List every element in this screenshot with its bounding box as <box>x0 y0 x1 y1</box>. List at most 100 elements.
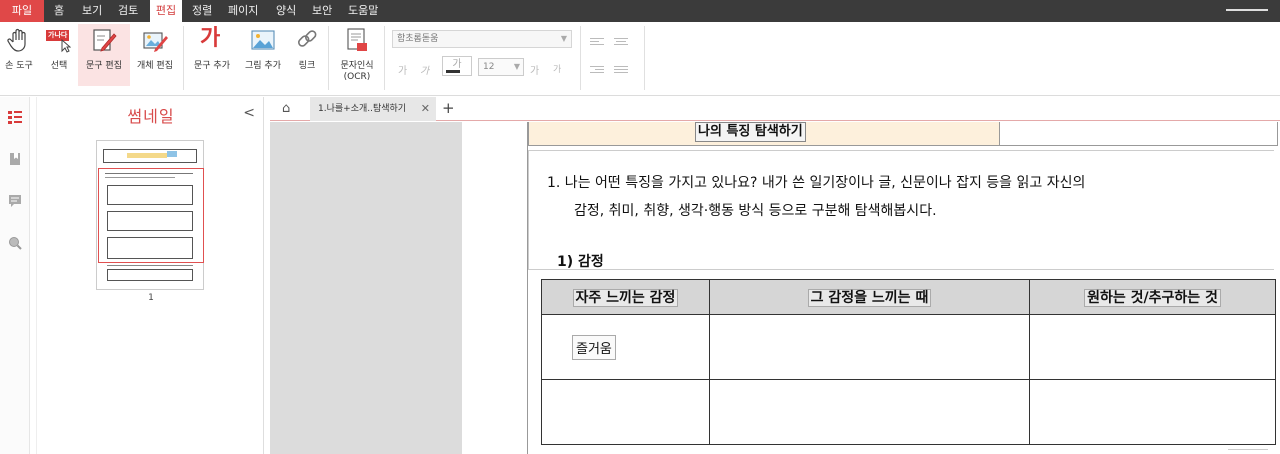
hand-tool-button[interactable]: 손 도구 <box>0 24 38 86</box>
align-justify-icon[interactable] <box>614 66 628 76</box>
menu-page[interactable]: 페이지 <box>228 0 258 22</box>
ribbon-separator <box>183 26 184 90</box>
thumb-image <box>167 151 177 157</box>
menu-view[interactable]: 보기 <box>82 0 102 22</box>
font-color-button[interactable]: 가 <box>442 56 472 76</box>
document-header-cell: 나의 특징 탐색하기 <box>528 122 1000 146</box>
ocr-icon <box>343 26 371 54</box>
edit-object-label: 개체 편집 <box>137 61 173 71</box>
shrink-font-button[interactable]: 가 <box>553 62 561 75</box>
thumb-heading <box>127 153 167 158</box>
document-tab[interactable]: 1.나를+소개..탐색하기 ✕ <box>310 97 436 121</box>
edit-text-icon <box>90 26 118 54</box>
add-text-glyph: 가 <box>200 26 221 51</box>
font-color-glyph: 가 <box>452 59 462 70</box>
ribbon-separator <box>384 26 385 90</box>
table-header-row: 자주 느끼는 감정 그 감정을 느끼는 때 원하는 것/추구하는 것 <box>541 279 1276 315</box>
table-cell[interactable] <box>709 379 1030 445</box>
table-cell[interactable]: 즐거움 <box>541 314 710 380</box>
font-name-value: 함초롬돋움 <box>397 34 439 44</box>
table-row <box>541 379 1276 445</box>
menu-help[interactable]: 도움말 <box>348 0 378 22</box>
grow-font-button[interactable]: 가 <box>530 62 539 77</box>
table-header[interactable]: 그 감정을 느끼는 때 <box>709 279 1030 315</box>
add-image-icon <box>249 26 277 54</box>
table-cell[interactable] <box>709 314 1030 380</box>
table-header[interactable]: 원하는 것/추구하는 것 <box>1029 279 1276 315</box>
font-size-select[interactable]: 12 ▼ <box>478 58 524 76</box>
search-icon[interactable] <box>8 235 22 250</box>
link-icon <box>293 26 321 54</box>
table-row: 즐거움 <box>541 314 1276 380</box>
menu-review[interactable]: 검토 <box>118 0 138 22</box>
thumbnail-viewport[interactable] <box>98 168 204 263</box>
thumbnail-panel-title: 썸네일 <box>127 107 175 126</box>
table-header-label: 자주 느끼는 감정 <box>572 289 679 307</box>
align-right-icon[interactable] <box>590 66 604 76</box>
ribbon-separator <box>328 26 329 90</box>
menu-arrange[interactable]: 정렬 <box>192 0 212 22</box>
add-image-button[interactable]: 그림 추가 <box>238 24 288 86</box>
select-button[interactable]: 가나다 선택 <box>42 24 76 86</box>
bookmark-icon[interactable] <box>8 151 22 165</box>
font-name-select[interactable]: 함초롬돋움 ▼ <box>392 30 572 48</box>
add-image-label: 그림 추가 <box>245 61 281 71</box>
close-tab-icon[interactable]: ✕ <box>421 97 430 121</box>
table-header-label: 원하는 것/추구하는 것 <box>1084 289 1221 307</box>
add-text-icon: 가 <box>198 26 226 54</box>
thumb-line <box>103 149 197 150</box>
menu-home[interactable]: 홈 <box>54 0 64 22</box>
ocr-button[interactable]: 문자인식 (OCR) <box>334 24 380 86</box>
document-view[interactable]: 나의 특징 탐색하기 1. 나는 어떤 특징을 가지고 있나요? 내가 쓴 일기… <box>270 122 1280 454</box>
home-icon[interactable]: ⌂ <box>282 101 290 116</box>
menu-file[interactable]: 파일 <box>0 0 44 22</box>
ribbon-toolbar: 손 도구 가나다 선택 문구 편집 개체 편집 가 문구 추가 그림 추가 링크… <box>0 22 1280 96</box>
menu-security[interactable]: 보안 <box>312 0 332 22</box>
scroll-indicator <box>1228 449 1268 450</box>
table-cell[interactable] <box>541 379 710 445</box>
table-cell[interactable] <box>1029 314 1276 380</box>
edit-text-button[interactable]: 문구 편집 <box>78 24 130 86</box>
thumbnail-list-icon[interactable] <box>8 109 22 124</box>
collapse-panel-button[interactable]: < <box>243 105 255 121</box>
align-center-icon[interactable] <box>614 38 628 48</box>
page-background <box>270 122 462 454</box>
hand-icon <box>5 26 33 54</box>
ribbon-separator <box>644 26 645 90</box>
document-heading[interactable]: 나의 특징 탐색하기 <box>695 122 806 142</box>
question-line-1[interactable]: 1. 나는 어떤 특징을 가지고 있나요? 내가 쓴 일기장이나 글, 신문이나… <box>547 172 1085 192</box>
ocr-label: 문자인식 <box>340 61 374 71</box>
hand-tool-label: 손 도구 <box>5 61 33 71</box>
select-icon: 가나다 <box>45 26 73 54</box>
select-label: 선택 <box>50 61 68 71</box>
edit-object-button[interactable]: 개체 편집 <box>132 24 178 86</box>
link-button[interactable]: 링크 <box>292 24 322 86</box>
question-box: 1. 나는 어떤 특징을 가지고 있나요? 내가 쓴 일기장이나 글, 신문이나… <box>528 150 1274 270</box>
edit-text-label: 문구 편집 <box>86 61 122 71</box>
menu-bar: 파일 홈 보기 검토 편집 정렬 페이지 양식 보안 도움말 <box>0 0 1280 22</box>
page-thumbnail[interactable] <box>96 140 204 290</box>
comment-icon[interactable] <box>8 193 22 207</box>
left-sidebar <box>0 97 30 454</box>
thumb-table <box>107 269 193 281</box>
table-cell[interactable] <box>1029 379 1276 445</box>
minimize-icon[interactable] <box>1226 9 1268 11</box>
menu-edit[interactable]: 편집 <box>150 0 182 22</box>
new-tab-button[interactable]: + <box>442 99 455 117</box>
thumb-line <box>107 265 193 266</box>
document-tab-label: 1.나를+소개..탐색하기 <box>318 104 407 114</box>
chevron-down-icon: ▼ <box>560 34 567 43</box>
menu-form[interactable]: 양식 <box>276 0 296 22</box>
thumbnail-page-number: 1 <box>148 293 154 303</box>
bold-button[interactable]: 가 <box>398 62 407 77</box>
ocr-label-sub: (OCR) <box>343 72 371 82</box>
thumb-line <box>196 149 197 163</box>
italic-button[interactable]: 가 <box>420 62 429 77</box>
table-header[interactable]: 자주 느끼는 감정 <box>541 279 710 315</box>
document-header-right-cell <box>1000 122 1278 146</box>
align-left-icon[interactable] <box>590 38 604 48</box>
question-line-2[interactable]: 감정, 취미, 취향, 생각·행동 방식 등으로 구분해 탐색해봅시다. <box>574 200 937 220</box>
add-text-button[interactable]: 가 문구 추가 <box>188 24 236 86</box>
emotion-table: 자주 느끼는 감정 그 감정을 느끼는 때 원하는 것/추구하는 것 즐거움 <box>541 279 1276 445</box>
emotion-subheading[interactable]: 1) 감정 <box>557 251 604 271</box>
